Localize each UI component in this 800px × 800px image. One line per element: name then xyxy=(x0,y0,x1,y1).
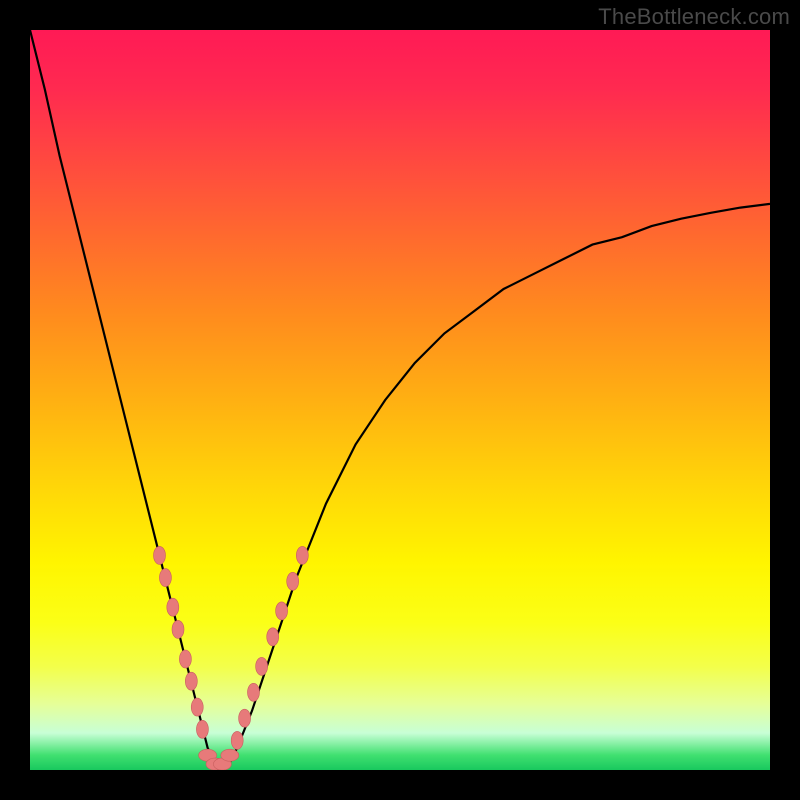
data-marker xyxy=(239,709,251,727)
data-marker xyxy=(196,720,208,738)
data-markers xyxy=(154,546,309,770)
data-marker xyxy=(167,598,179,616)
data-marker xyxy=(287,572,299,590)
bottleneck-curve xyxy=(30,30,770,770)
data-marker xyxy=(191,698,203,716)
data-marker xyxy=(296,546,308,564)
data-marker xyxy=(231,731,243,749)
data-marker xyxy=(185,672,197,690)
data-marker xyxy=(221,749,239,761)
curve-layer xyxy=(30,30,770,770)
data-marker xyxy=(256,657,268,675)
data-marker xyxy=(159,569,171,587)
data-marker xyxy=(154,546,166,564)
data-marker xyxy=(247,683,259,701)
data-marker xyxy=(267,628,279,646)
watermark-text: TheBottleneck.com xyxy=(598,4,790,30)
plot-area xyxy=(30,30,770,770)
data-marker xyxy=(276,602,288,620)
data-marker xyxy=(172,620,184,638)
data-marker xyxy=(179,650,191,668)
chart-frame: TheBottleneck.com xyxy=(0,0,800,800)
